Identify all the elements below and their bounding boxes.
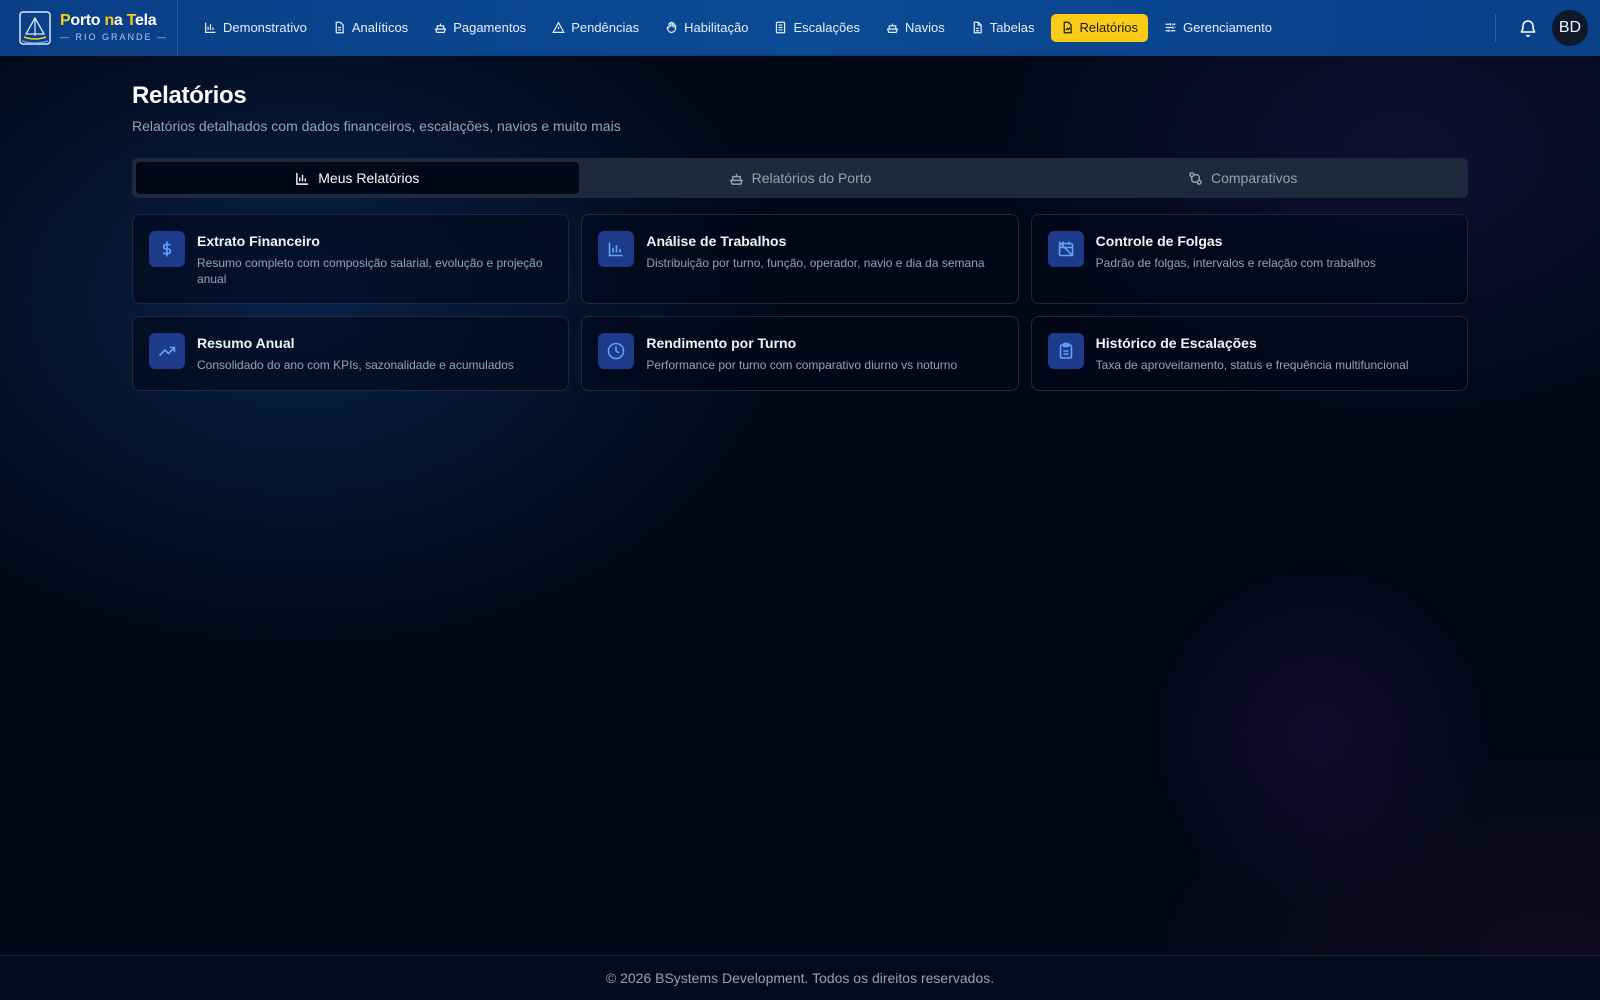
hand-icon [666, 21, 677, 33]
nav-right: BD [1495, 0, 1600, 56]
footer: © 2026 BSystems Development. Todos os di… [0, 955, 1600, 1000]
tab-relatorios-do-porto[interactable]: Relatórios do Porto [579, 162, 1022, 194]
nav-item-label: Tabelas [989, 20, 1035, 35]
brand[interactable]: Porto na Tela — RIO GRANDE — [0, 0, 178, 56]
card-title: Análise de Trabalhos [646, 233, 787, 249]
port-logo-icon [19, 10, 51, 45]
bar-chart-icon [296, 172, 309, 185]
dollar-icon [162, 241, 172, 257]
card-controle-de-folgas[interactable]: Controle de Folgas Padrão de folgas, int… [1030, 214, 1468, 305]
clipboard-icon [1059, 343, 1072, 360]
footer-text: © 2026 BSystems Development. Todos os di… [605, 970, 995, 986]
nav-item-habilitacao[interactable]: Habilitação [655, 14, 758, 42]
nav-item-tabelas[interactable]: Tabelas [961, 14, 1045, 42]
card-description: Consolidado do ano com KPIs, sazonalidad… [197, 358, 514, 373]
card-description: Resumo completo com composição salarial,… [197, 256, 543, 287]
nav-item-label: Escalações [793, 20, 860, 35]
card-title: Controle de Folgas [1095, 233, 1223, 249]
nav-item-label: Habilitação [684, 20, 749, 35]
clock-icon [608, 343, 625, 360]
tab-meus-relatorios[interactable]: Meus Relatórios [136, 162, 579, 194]
nav-item-pendencias[interactable]: Pendências [542, 14, 649, 42]
ship-icon [434, 23, 447, 33]
card-description: Distribuição por turno, função, operador… [646, 256, 985, 270]
nav-item-gerenciamento[interactable]: Gerenciamento [1154, 14, 1282, 42]
compare-icon [1189, 171, 1202, 185]
top-navbar: Porto na Tela — RIO GRANDE — Demonstrati… [0, 0, 1600, 56]
nav-item-label: Pagamentos [453, 20, 527, 35]
tab-label: Relatórios do Porto [751, 170, 872, 186]
document-icon [335, 21, 344, 34]
card-icon-box [1047, 333, 1084, 370]
sliders-icon [1165, 23, 1176, 32]
bell-icon[interactable] [1518, 18, 1538, 38]
card-historico-de-escalacoes[interactable]: Histórico de Escalações Taxa de aproveit… [1030, 316, 1468, 391]
nav-divider [1495, 13, 1496, 42]
card-icon-box [598, 333, 635, 370]
nav-item-analiticos[interactable]: Analíticos [323, 14, 418, 42]
main-nav: Demonstrativo Analíticos Pagamentos Pend… [194, 13, 1282, 42]
nav-item-label: Analíticos [351, 20, 409, 35]
card-title: Histórico de Escalações [1095, 335, 1257, 352]
tab-label: Comparativos [1210, 170, 1298, 186]
card-title: Rendimento por Turno [646, 335, 797, 352]
card-resumo-anual[interactable]: Resumo Anual Consolidado do ano com KPIs… [132, 316, 570, 391]
avatar[interactable]: BD [1552, 9, 1588, 46]
nav-item-demonstrativo[interactable]: Demonstrativo [194, 14, 317, 42]
ship-icon [886, 23, 899, 33]
nav-item-label: Demonstrativo [223, 20, 307, 35]
card-description: Performance por turno com comparativo di… [646, 358, 958, 373]
tab-comparativos[interactable]: Comparativos [1021, 162, 1464, 194]
card-icon-box [149, 333, 185, 370]
card-rendimento-por-turno[interactable]: Rendimento por Turno Performance por tur… [581, 316, 1019, 391]
file-icon [973, 21, 982, 34]
ship-icon [729, 173, 743, 185]
report-tabs: Meus Relatórios Relatórios do Porto Comp… [132, 158, 1468, 198]
nav-item-relatorios[interactable]: Relatórios [1050, 13, 1149, 42]
nav-item-escalacoes[interactable]: Escalações [764, 14, 869, 42]
nav-item-navios[interactable]: Navios [876, 14, 955, 42]
nav-item-label: Gerenciamento [1183, 20, 1272, 35]
card-icon-box [598, 231, 635, 267]
card-description: Taxa de aproveitamento, status e frequên… [1095, 358, 1409, 373]
nav-item-pagamentos[interactable]: Pagamentos [424, 14, 536, 42]
report-icon [1063, 21, 1072, 34]
calendar-off-icon [1058, 241, 1074, 257]
warning-icon [552, 21, 565, 33]
card-icon-box [1047, 231, 1084, 267]
nav-item-label: Pendências [571, 20, 640, 35]
card-icon-box [149, 231, 185, 267]
brand-title: Porto na Tela [60, 12, 157, 29]
card-extrato-financeiro[interactable]: Extrato Financeiro Resumo completo com c… [132, 214, 570, 305]
page-subtitle: Relatórios detalhados com dados financei… [132, 118, 621, 134]
report-cards-grid: Extrato Financeiro Resumo completo com c… [132, 214, 1468, 391]
bar-chart-icon [205, 22, 216, 33]
page-title: Relatórios [132, 82, 247, 109]
bar-chart-icon [609, 242, 623, 257]
trending-up-icon [158, 347, 176, 357]
card-description: Padrão de folgas, intervalos e relação c… [1095, 256, 1376, 270]
card-title: Resumo Anual [197, 335, 295, 352]
nav-item-label: Relatórios [1079, 20, 1139, 35]
nav-item-label: Navios [904, 20, 945, 35]
tab-label: Meus Relatórios [318, 170, 420, 186]
list-icon [776, 21, 786, 34]
brand-subtitle: — RIO GRANDE — [60, 32, 169, 42]
card-analise-de-trabalhos[interactable]: Análise de Trabalhos Distribuição por tu… [581, 214, 1019, 305]
card-title: Extrato Financeiro [197, 233, 320, 249]
main-content: Relatórios Relatórios detalhados com dad… [132, 56, 1468, 391]
